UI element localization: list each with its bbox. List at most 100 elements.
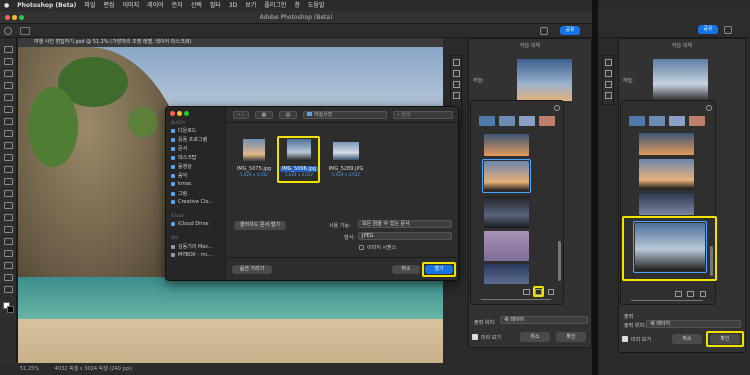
zoom-window-icon[interactable] — [19, 15, 24, 20]
sky-thumb[interactable] — [649, 116, 665, 126]
gear-icon[interactable] — [554, 105, 560, 111]
picker-scrollbar[interactable] — [558, 241, 561, 281]
preview-checkbox[interactable] — [472, 334, 478, 340]
dialog-cancel-button[interactable]: 취소 — [392, 265, 420, 274]
move-icon[interactable] — [605, 59, 612, 66]
sky-thumb[interactable] — [629, 116, 645, 126]
sky-thumb[interactable] — [499, 116, 515, 126]
output-to-select[interactable]: 새 레이어 — [500, 316, 588, 324]
brush-icon[interactable] — [453, 70, 460, 77]
sidebar-item-creative-cloud[interactable]: Creative Clo... — [171, 199, 213, 205]
thumb-size-slider[interactable] — [631, 300, 703, 301]
folder-icon[interactable] — [523, 289, 530, 295]
menu-window[interactable]: 창 — [294, 0, 300, 11]
zoom-icon[interactable] — [605, 92, 612, 99]
sky-thumb[interactable] — [639, 133, 694, 155]
dialog-minimize-icon[interactable] — [177, 111, 182, 116]
sky-thumb[interactable] — [669, 116, 685, 126]
sidebar-item-movies[interactable]: 동영상 — [171, 163, 192, 170]
pen-tool-icon[interactable] — [4, 226, 13, 233]
menu-layer[interactable]: 레이어 — [147, 0, 164, 11]
sidebar-item-mybox[interactable]: MYBOX - mi... — [171, 252, 212, 258]
close-window-icon[interactable] — [5, 15, 10, 20]
menu-file[interactable]: 파일 — [84, 0, 95, 11]
document-info[interactable]: 4032 픽셀 x 3024 픽셀 (240 ppi) — [55, 366, 133, 372]
zoom-level[interactable]: 51.25% — [20, 366, 39, 372]
menu-image[interactable]: 이미지 — [123, 0, 140, 11]
brush-icon[interactable] — [605, 70, 612, 77]
move-tool-icon[interactable] — [4, 46, 13, 53]
thumb-size-slider[interactable] — [481, 299, 551, 300]
share-button[interactable]: 공유 — [560, 26, 580, 35]
menu-edit[interactable]: 편집 — [103, 0, 114, 11]
ok-button-1[interactable]: 확인 — [556, 332, 586, 342]
sky-preview-thumbnail[interactable] — [517, 59, 572, 101]
sidebar-item-desktop[interactable]: 데스크탑 — [171, 154, 196, 161]
sidebar-item-downloads[interactable]: 다운로드 — [171, 127, 196, 134]
sidebar-item-home[interactable]: kmac — [171, 181, 192, 187]
menu-help[interactable]: 도움말 — [308, 0, 325, 11]
background-color-icon[interactable] — [7, 306, 14, 313]
sidebar-item-applications[interactable]: 응용 프로그램 — [171, 136, 207, 143]
file-item[interactable]: IMG_5075.jpg 5,024 x 4,032 — [234, 139, 274, 177]
sky-thumb[interactable] — [539, 116, 555, 126]
menu-3d[interactable]: 3D — [229, 0, 237, 11]
gradient-tool-icon[interactable] — [4, 190, 13, 197]
gear-icon[interactable] — [706, 105, 712, 111]
trash-icon[interactable] — [700, 291, 706, 297]
menu-select[interactable]: 선택 — [191, 0, 202, 11]
output-to-select-2[interactable]: 새 레이어 — [646, 320, 741, 328]
path-selection-tool-icon[interactable] — [4, 250, 13, 257]
sidebar-item-pictures[interactable]: 그림 — [171, 190, 187, 197]
search-icon[interactable] — [540, 27, 548, 35]
menu-plugins[interactable]: 플러그인 — [264, 0, 286, 11]
dialog-zoom-icon[interactable] — [184, 111, 189, 116]
format-select[interactable]: JPEG — [358, 232, 452, 240]
sky-thumb[interactable] — [484, 196, 529, 228]
cancel-button-2[interactable]: 취소 — [672, 334, 702, 344]
sky-thumb[interactable] — [639, 159, 694, 189]
sky-thumb[interactable] — [689, 116, 705, 126]
dodge-tool-icon[interactable] — [4, 214, 13, 221]
history-brush-tool-icon[interactable] — [4, 166, 13, 173]
view-mode-icon[interactable]: ▦ — [255, 111, 273, 119]
frame-tool-icon[interactable] — [4, 106, 13, 113]
apple-icon[interactable]: ● — [4, 0, 9, 11]
menu-view[interactable]: 보기 — [245, 0, 256, 11]
folder-icon[interactable] — [675, 291, 682, 297]
preview-checkbox-2[interactable] — [622, 336, 628, 342]
hand-icon[interactable] — [605, 81, 612, 88]
menu-type[interactable]: 문자 — [172, 0, 183, 11]
healing-brush-tool-icon[interactable] — [4, 130, 13, 137]
share-button-2[interactable]: 공유 — [698, 25, 718, 34]
clone-stamp-tool-icon[interactable] — [4, 154, 13, 161]
eyedropper-tool-icon[interactable] — [4, 118, 13, 125]
object-selection-tool-icon[interactable] — [4, 82, 13, 89]
move-icon[interactable] — [453, 59, 460, 66]
sky-thumb[interactable] — [484, 134, 529, 156]
sidebar-item-music[interactable]: 음악 — [171, 172, 187, 179]
dialog-close-icon[interactable] — [170, 111, 175, 116]
crop-tool-icon[interactable] — [4, 94, 13, 101]
folder-path-select[interactable]: 하늘사진 — [303, 111, 387, 119]
tool-preset-icon[interactable] — [20, 27, 30, 35]
back-forward-buttons[interactable]: ‹ › — [233, 111, 249, 119]
image-sequence-checkbox[interactable] — [359, 245, 364, 250]
marquee-tool-icon[interactable] — [4, 58, 13, 65]
hand-tool-icon[interactable] — [4, 274, 13, 281]
hide-options-button[interactable]: 옵션 가리기 — [232, 265, 272, 274]
import-sky-icon[interactable] — [687, 291, 694, 297]
sidebar-item-mac[interactable]: 김동기의 Mac... — [171, 243, 213, 250]
document-tab[interactable]: 여행 사진 편집하기.psd @ 51.2% (가장자리 조명 레벨, 레이어 … — [18, 38, 443, 47]
type-tool-icon[interactable] — [4, 238, 13, 245]
lasso-tool-icon[interactable] — [4, 70, 13, 77]
group-icon[interactable]: ▤ — [279, 111, 297, 119]
sidebar-item-icloud-drive[interactable]: iCloud Drive — [171, 221, 209, 227]
zoom-icon[interactable] — [453, 92, 460, 99]
open-cloud-documents-button[interactable]: 클라우드 문서 열기 — [234, 221, 286, 230]
sky-thumb[interactable] — [479, 116, 495, 126]
sidebar-item-documents[interactable]: 문서 — [171, 145, 187, 152]
cancel-button-1[interactable]: 취소 — [520, 332, 550, 342]
enable-select[interactable]: 모든 읽을 수 있는 문서 — [358, 220, 452, 228]
eraser-tool-icon[interactable] — [4, 178, 13, 185]
